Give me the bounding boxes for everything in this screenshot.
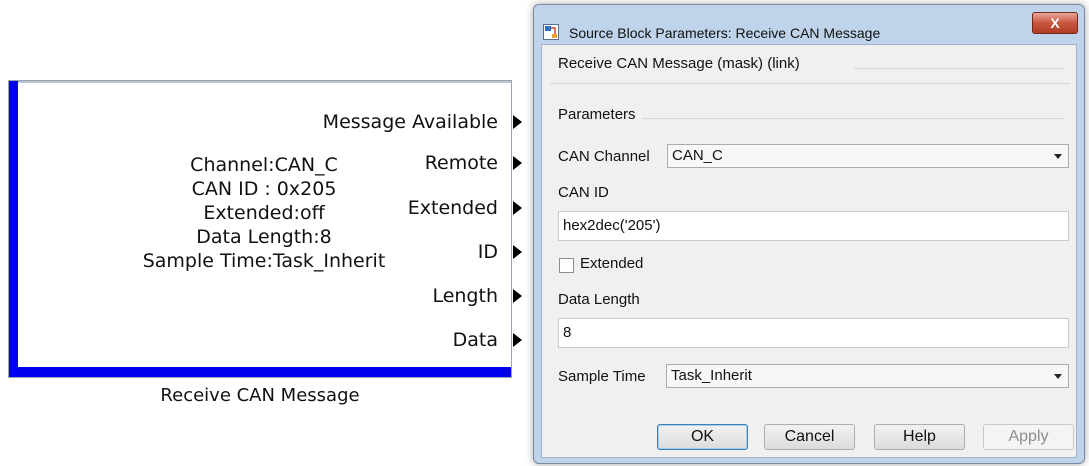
dialog-titlebar[interactable]: Source Block Parameters: Receive CAN Mes… bbox=[534, 5, 1084, 43]
block-info-data-length: Data Length:8 bbox=[196, 226, 332, 248]
cancel-button[interactable]: Cancel bbox=[764, 424, 855, 450]
port-label-data: Data bbox=[452, 329, 498, 351]
can-id-label: CAN ID bbox=[558, 184, 609, 201]
extended-label: Extended bbox=[580, 255, 644, 272]
block-caption[interactable]: Receive CAN Message bbox=[8, 385, 512, 406]
data-length-label: Data Length bbox=[558, 291, 640, 308]
port-arrow-length-icon[interactable] bbox=[513, 289, 522, 303]
can-channel-label: CAN Channel bbox=[558, 148, 650, 165]
description-divider bbox=[854, 68, 1064, 69]
dialog-body: Receive CAN Message (mask) (link) Parame… bbox=[541, 44, 1077, 458]
description-group-bottom bbox=[550, 83, 1070, 84]
block-info-sample-time: Sample Time:Task_Inherit bbox=[142, 250, 386, 272]
block-info-channel: Channel:CAN_C bbox=[190, 154, 338, 176]
sample-time-value: Task_Inherit bbox=[671, 367, 752, 384]
block-left-edge bbox=[9, 81, 18, 377]
parameters-title: Parameters bbox=[558, 106, 636, 123]
port-label-remote: Remote bbox=[424, 152, 498, 174]
port-arrow-id-icon[interactable] bbox=[513, 245, 522, 259]
block-parameters-dialog: Source Block Parameters: Receive CAN Mes… bbox=[533, 4, 1085, 464]
block-info-extended: Extended:off bbox=[203, 202, 325, 224]
extended-checkbox[interactable] bbox=[559, 258, 574, 273]
port-arrow-message-available-icon[interactable] bbox=[513, 115, 522, 129]
port-arrow-remote-icon[interactable] bbox=[513, 156, 522, 170]
can-id-input[interactable]: hex2dec('205') bbox=[558, 211, 1069, 241]
block-bottom-edge bbox=[9, 367, 511, 377]
sample-time-select[interactable]: Task_Inherit bbox=[666, 364, 1069, 388]
port-label-length: Length bbox=[432, 285, 498, 307]
mask-description: Receive CAN Message (mask) (link) bbox=[558, 55, 800, 72]
data-length-input[interactable]: 8 bbox=[558, 318, 1069, 348]
dialog-title: Source Block Parameters: Receive CAN Mes… bbox=[569, 25, 881, 41]
port-label-id: ID bbox=[477, 241, 498, 263]
help-button[interactable]: Help bbox=[874, 424, 965, 450]
can-channel-value: CAN_C bbox=[672, 147, 723, 164]
close-button[interactable]: X bbox=[1032, 12, 1078, 34]
receive-can-block[interactable]: Channel:CAN_C CAN ID : 0x205 Extended:of… bbox=[8, 80, 512, 378]
parameters-divider bbox=[642, 118, 1064, 119]
port-arrow-data-icon[interactable] bbox=[513, 333, 522, 347]
block-info-can-id: CAN ID : 0x205 bbox=[191, 178, 337, 200]
port-label-message-available: Message Available bbox=[322, 111, 498, 133]
can-channel-select[interactable]: CAN_C bbox=[667, 144, 1069, 168]
apply-button[interactable]: Apply bbox=[983, 424, 1074, 450]
sample-time-label: Sample Time bbox=[558, 368, 646, 385]
dropdown-arrow-icon bbox=[1054, 374, 1062, 379]
ok-button[interactable]: OK bbox=[657, 424, 748, 450]
port-arrow-extended-icon[interactable] bbox=[513, 201, 522, 215]
block-top-edge bbox=[9, 81, 511, 83]
dropdown-arrow-icon bbox=[1054, 154, 1062, 159]
port-label-extended: Extended bbox=[407, 197, 498, 219]
simulink-app-icon bbox=[543, 24, 559, 40]
